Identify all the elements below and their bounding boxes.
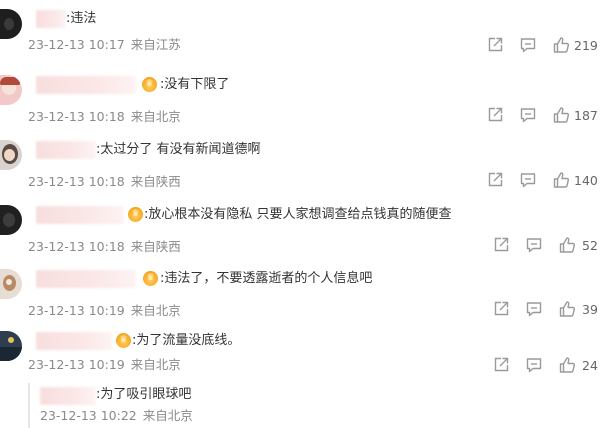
crown-badge-icon: ♛ [128, 207, 143, 222]
comment-text: :太过分了 有没有新闻道德啊 [96, 142, 261, 157]
reply-location: 来自北京 [142, 408, 193, 423]
thumbs-up-icon[interactable] [552, 106, 570, 124]
comment-text: :为了流量没底线。 [132, 333, 241, 348]
username-blurred[interactable] [40, 387, 96, 405]
comment-text: :放心根本没有隐私 只要人家想调查给点钱真的随便查 [144, 207, 452, 222]
comment-list: :违法 23-12-13 10:17 来自江苏 219 ♛ :没有下限了 23-1… [0, 0, 607, 428]
comment-date: 23-12-13 10:18 [28, 239, 125, 254]
comment-item: ♛ :放心根本没有隐私 只要人家想调查给点钱真的随便查 23-12-13 10:… [0, 202, 607, 266]
share-icon[interactable] [492, 356, 510, 374]
comment-location: 来自北京 [130, 109, 181, 124]
comment-item: :太过分了 有没有新闻道德啊 23-12-13 10:18 来自陕西 140 [0, 137, 607, 201]
share-icon[interactable] [486, 106, 504, 124]
crown-badge-icon: ♛ [116, 333, 131, 348]
comment-actions: 187 [486, 106, 607, 126]
like-count: 187 [574, 108, 598, 123]
username-blurred[interactable] [36, 76, 136, 94]
comment-text: :违法 [66, 11, 97, 26]
username-blurred[interactable] [36, 141, 96, 159]
avatar[interactable] [0, 331, 22, 361]
avatar[interactable] [0, 269, 22, 299]
comment-date: 23-12-13 10:18 [28, 109, 125, 124]
thumbs-up-icon[interactable] [558, 300, 576, 318]
crown-badge-icon: ♛ [142, 77, 157, 92]
comment-text: :没有下限了 [160, 77, 230, 92]
comment-icon[interactable] [519, 106, 537, 124]
comment-location: 来自北京 [130, 303, 181, 318]
share-icon[interactable] [486, 36, 504, 54]
thumbs-up-icon[interactable] [552, 36, 570, 54]
avatar[interactable] [0, 9, 22, 39]
comment-meta: 23-12-13 10:18 来自北京 [28, 109, 181, 125]
username-blurred[interactable] [36, 206, 124, 224]
comment-location: 来自江苏 [130, 37, 181, 52]
thumbs-up-icon[interactable] [558, 356, 576, 374]
username-blurred[interactable] [36, 270, 136, 288]
comment-date: 23-12-13 10:19 [28, 303, 125, 318]
comment-meta: 23-12-13 10:19 来自北京 [28, 303, 181, 319]
comment-meta: 23-12-13 10:18 来自陕西 [28, 174, 181, 190]
username-blurred[interactable] [36, 10, 66, 28]
share-icon[interactable] [486, 171, 504, 189]
comment-meta: 23-12-13 10:17 来自江苏 [28, 37, 181, 53]
comment-icon[interactable] [519, 171, 537, 189]
comment-location: 来自陕西 [130, 174, 181, 189]
comment-icon[interactable] [519, 36, 537, 54]
crown-badge-icon: ♛ [143, 271, 158, 286]
avatar[interactable] [0, 205, 22, 235]
comment-item: :违法 23-12-13 10:17 来自江苏 219 [0, 6, 607, 70]
comment-date: 23-12-13 10:17 [28, 37, 125, 52]
thumbs-up-icon[interactable] [558, 236, 576, 254]
share-icon[interactable] [492, 236, 510, 254]
username-blurred[interactable] [36, 332, 112, 350]
like-count: 39 [582, 302, 598, 317]
comment-actions: 219 [486, 36, 607, 56]
comment-icon[interactable] [525, 300, 543, 318]
like-count: 52 [582, 238, 598, 253]
avatar[interactable] [0, 75, 22, 105]
like-count: 140 [574, 173, 598, 188]
comment-location: 来自北京 [130, 357, 181, 372]
comment-item: ♛ :没有下限了 23-12-13 10:18 来自北京 187 [0, 72, 607, 136]
share-icon[interactable] [492, 300, 510, 318]
avatar[interactable] [0, 140, 22, 170]
comment-actions: 140 [486, 171, 607, 191]
comment-date: 23-12-13 10:19 [28, 357, 125, 372]
reply-meta: 23-12-13 10:22 来自北京 [40, 408, 193, 424]
comment-icon[interactable] [525, 236, 543, 254]
comment-icon[interactable] [525, 356, 543, 374]
thumbs-up-icon[interactable] [552, 171, 570, 189]
comment-location: 来自陕西 [130, 239, 181, 254]
like-count: 24 [582, 358, 598, 373]
reply-item: :为了吸引眼球吧 23-12-13 10:22 来自北京 [28, 383, 607, 428]
reply-date: 23-12-13 10:22 [40, 408, 137, 423]
comment-actions: 24 [492, 356, 607, 376]
comment-actions: 52 [492, 236, 607, 256]
comment-meta: 23-12-13 10:18 来自陕西 [28, 239, 181, 255]
comment-meta: 23-12-13 10:19 来自北京 [28, 357, 181, 373]
like-count: 219 [574, 38, 598, 53]
comment-item: ♛ :违法了，不要透露逝者的个人信息吧 23-12-13 10:19 来自北京 3… [0, 266, 607, 330]
reply-text: :为了吸引眼球吧 [96, 387, 192, 402]
comment-actions: 39 [492, 300, 607, 320]
comment-date: 23-12-13 10:18 [28, 174, 125, 189]
comment-text: :违法了，不要透露逝者的个人信息吧 [160, 271, 373, 286]
